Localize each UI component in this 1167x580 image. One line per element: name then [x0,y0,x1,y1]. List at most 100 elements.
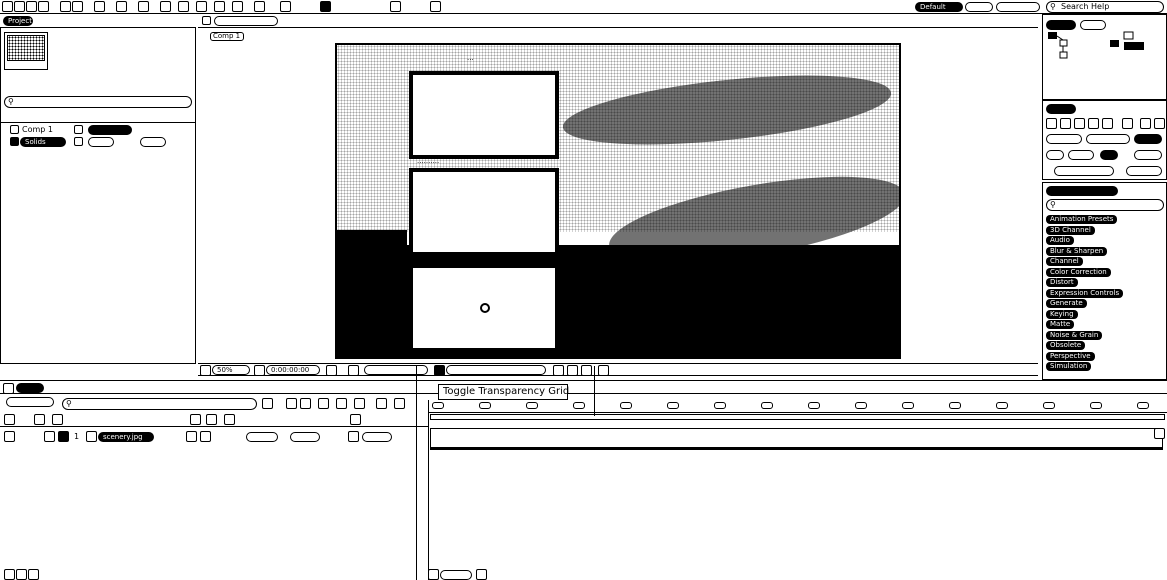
effects-category-item[interactable]: Matte [1046,320,1075,329]
effects-category-item[interactable]: Color Correction [1046,267,1111,277]
blend-mode-dropdown[interactable] [246,432,278,442]
justify-icon[interactable] [1088,118,1099,129]
leading-field[interactable] [1086,134,1130,144]
stroke-field[interactable] [1100,150,1118,160]
hand-tool-icon[interactable] [26,1,37,12]
effects-category-item[interactable]: Keying [1046,309,1078,319]
frame-placeholder-2[interactable] [409,168,559,256]
workspace-option[interactable] [965,2,993,12]
zoom-in-icon[interactable] [476,569,487,580]
eraser-tool-icon[interactable] [214,1,225,12]
zoom-dropdown[interactable]: 50% [212,365,250,375]
align-right-icon[interactable] [1074,118,1085,129]
effects-category-item[interactable]: Generate [1046,299,1087,308]
fast-preview-icon[interactable] [598,365,609,376]
parent-dropdown[interactable] [362,432,392,442]
graph-editor-icon[interactable] [354,398,365,409]
home-icon[interactable] [2,1,13,12]
layer-switch-icon[interactable] [186,431,197,442]
brush-tool-icon[interactable] [178,1,189,12]
frame-blending-icon[interactable] [318,398,329,409]
fx-switch-icon[interactable] [200,431,211,442]
workspace-selector[interactable]: Default [915,2,963,12]
project-item-solids[interactable]: Solids [8,137,188,147]
current-time-display[interactable]: 0:00:00:00 [266,365,320,375]
composition-viewer[interactable]: ··· ·········· [335,43,901,359]
effects-category-item[interactable]: 3D Channel [1046,225,1095,235]
stroke-option[interactable] [1134,150,1162,160]
workspace-option-2[interactable] [996,2,1040,12]
spacing-icon[interactable] [1140,118,1151,129]
layer-name[interactable]: scenery.jpg [98,432,154,442]
zoom-tool-icon[interactable] [38,1,49,12]
grid-icon[interactable] [390,1,401,12]
motion-blur-icon[interactable] [336,398,347,409]
pan-behind-tool-icon[interactable] [94,1,105,12]
work-area-bar[interactable] [430,414,1165,420]
toggle-transparency-grid-icon[interactable] [553,365,564,376]
effects-category-item[interactable]: Audio [1046,236,1074,245]
parent-pickwhip-icon[interactable] [348,431,359,442]
snapping-icon[interactable] [280,1,291,12]
effects-category-item[interactable]: Expression Controls [1046,288,1124,298]
eye-icon[interactable] [4,431,15,442]
toggle-in-out-icon[interactable] [28,569,39,580]
align-left-icon[interactable] [1046,118,1057,129]
timeline-tab[interactable] [16,383,44,393]
frame-placeholder-1[interactable] [409,71,559,159]
effects-search-input[interactable]: ⚲ [1046,199,1164,211]
pen-tool-icon[interactable] [138,1,149,12]
timeline-search-input[interactable]: ⚲ [62,398,257,410]
composition-tab[interactable] [214,16,278,26]
toggle-mask-icon[interactable] [567,365,578,376]
search-help-input[interactable]: ⚲ Search Help [1046,1,1164,13]
frame-placeholder-3-selected[interactable] [409,264,559,352]
kerning-field[interactable] [1046,150,1064,160]
shy-layers-icon[interactable] [300,398,311,409]
baseline-field[interactable] [1068,150,1094,160]
rotate-tool-icon[interactable] [60,1,71,12]
effects-category-item[interactable]: Noise & Grain [1046,330,1103,340]
close-icon[interactable] [3,383,14,394]
camera-view-icon[interactable] [581,365,592,376]
type-tool-icon[interactable] [160,1,171,12]
anchor-point-icon[interactable] [480,303,490,313]
justify-all-icon[interactable] [1102,118,1113,129]
effects-presets-tab[interactable] [1046,186,1118,196]
project-item-comp[interactable]: Comp 1 [8,125,188,135]
effects-category-item[interactable]: Distort [1046,278,1078,287]
align-center-icon[interactable] [1060,118,1071,129]
comp-flowchart-icon[interactable] [262,398,273,409]
tracking-field[interactable] [1134,134,1162,144]
roto-brush-tool-icon[interactable] [232,1,243,12]
align-icon[interactable] [320,1,331,12]
effects-category-item[interactable]: Animation Presets [1046,215,1118,224]
time-ruler[interactable] [428,400,1167,413]
layer-duration-bar[interactable] [430,428,1163,450]
indent-icon[interactable] [1122,118,1133,129]
view-icon[interactable] [430,1,441,12]
faux-styles-field[interactable] [1126,166,1162,176]
audio-tab[interactable] [1080,20,1106,30]
effects-category-item[interactable]: Blur & Sharpen [1046,246,1108,256]
time-indicator-icon[interactable] [1154,428,1165,439]
region-of-interest-icon[interactable] [434,365,445,376]
always-preview-icon[interactable] [200,365,211,376]
label-color-icon[interactable] [58,431,69,442]
project-search-input[interactable]: ⚲ [4,96,192,108]
show-channel-icon[interactable] [348,365,359,376]
puppet-tool-icon[interactable] [254,1,265,12]
effects-category-item[interactable]: Obsolete [1046,341,1086,350]
selection-tool-icon[interactable] [14,1,25,12]
info-tab[interactable] [1046,20,1076,30]
zoom-out-icon[interactable] [428,569,439,580]
draft-3d-icon[interactable] [286,398,297,409]
current-time-field[interactable] [6,397,54,407]
auto-keyframe-icon[interactable] [394,398,405,409]
zoom-slider[interactable] [440,570,472,580]
table-row[interactable]: 1 scenery.jpg [0,431,428,443]
font-size-field[interactable] [1046,134,1082,144]
resolution-icon[interactable] [254,365,265,376]
brainstorm-icon[interactable] [376,398,387,409]
camera-tool-icon[interactable] [72,1,83,12]
